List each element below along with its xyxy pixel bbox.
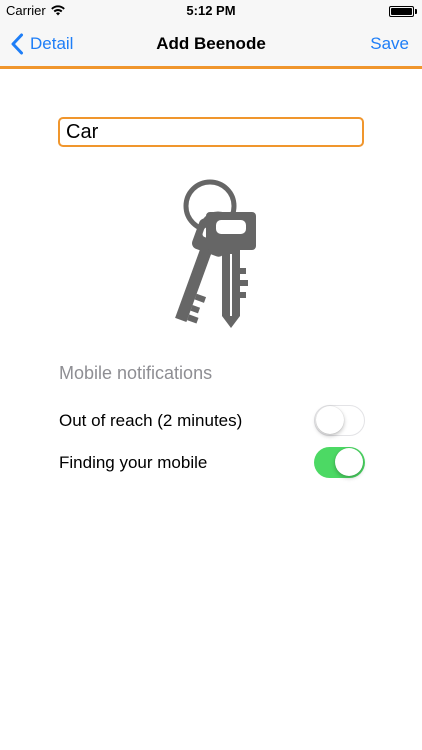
navigation-bar: Detail Add Beenode Save bbox=[0, 22, 422, 66]
battery-tip bbox=[415, 9, 417, 14]
toggle-knob bbox=[335, 448, 363, 476]
toggle-knob bbox=[316, 406, 344, 434]
keys-icon[interactable] bbox=[160, 176, 264, 334]
battery-icon bbox=[389, 6, 414, 17]
status-bar: Carrier 5:12 PM bbox=[0, 0, 422, 22]
beenode-name-input[interactable] bbox=[58, 117, 364, 147]
save-button[interactable]: Save bbox=[370, 34, 409, 54]
finding-mobile-toggle[interactable] bbox=[314, 447, 365, 478]
finding-mobile-label: Finding your mobile bbox=[59, 453, 208, 472]
nav-accent-divider bbox=[0, 66, 422, 69]
battery-level bbox=[391, 8, 412, 15]
out-of-reach-toggle[interactable] bbox=[314, 405, 365, 436]
status-time: 5:12 PM bbox=[186, 3, 236, 18]
out-of-reach-label: Out of reach (2 minutes) bbox=[59, 411, 243, 430]
page-title: Add Beenode bbox=[156, 34, 266, 53]
section-header-mobile-notifications: Mobile notifications bbox=[59, 363, 213, 383]
